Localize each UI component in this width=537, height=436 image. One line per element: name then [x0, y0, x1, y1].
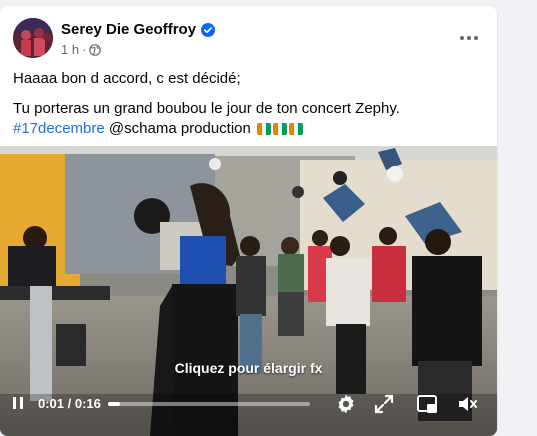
play-pause-icon[interactable] [12, 396, 24, 410]
pip-icon[interactable] [415, 392, 439, 416]
post-line-2: Tu porteras un grand boubou le jour de t… [13, 100, 400, 117]
expand-icon[interactable] [372, 392, 396, 416]
flag-icon [289, 123, 304, 136]
globe-icon[interactable] [89, 44, 102, 56]
author-name-text[interactable]: Serey Die Geoffroy [61, 20, 196, 40]
video-player[interactable]: Cliquez pour élargir fx 0:01 / 0:16 [0, 146, 497, 436]
post-time[interactable]: 1 h [61, 42, 79, 58]
post-text: Haaaa bon d accord, c est décidé; Tu por… [13, 69, 483, 139]
video-time: 0:01 / 0:16 [38, 396, 101, 411]
settings-icon[interactable] [334, 392, 358, 416]
video-controls: 0:01 / 0:16 [0, 384, 497, 424]
more-icon[interactable] [455, 24, 483, 52]
post-meta: 1 h · [61, 42, 102, 58]
post-card: Serey Die Geoffroy 1 h · Haaaa bon d acc… [0, 6, 497, 436]
progress-bar[interactable] [108, 402, 310, 406]
page-scrollbar[interactable] [531, 0, 537, 428]
flag-emojis [257, 123, 304, 136]
flag-icon [273, 123, 288, 136]
mention-text[interactable]: @schama production [109, 120, 251, 137]
volume-icon[interactable] [456, 392, 480, 416]
verified-icon [201, 23, 216, 37]
post-line-1: Haaaa bon d accord, c est décidé; [13, 70, 241, 87]
video-caption[interactable]: Cliquez pour élargir fx [0, 360, 497, 376]
author-name[interactable]: Serey Die Geoffroy [61, 20, 216, 40]
post-header: Serey Die Geoffroy 1 h · [13, 18, 483, 62]
avatar[interactable] [13, 18, 53, 58]
post-line-3: #17decembre @schama production [13, 119, 483, 139]
meta-separator: · [82, 42, 87, 57]
hashtag-link[interactable]: #17decembre [13, 120, 105, 137]
progress-fill [108, 402, 121, 406]
flag-icon [257, 123, 272, 136]
